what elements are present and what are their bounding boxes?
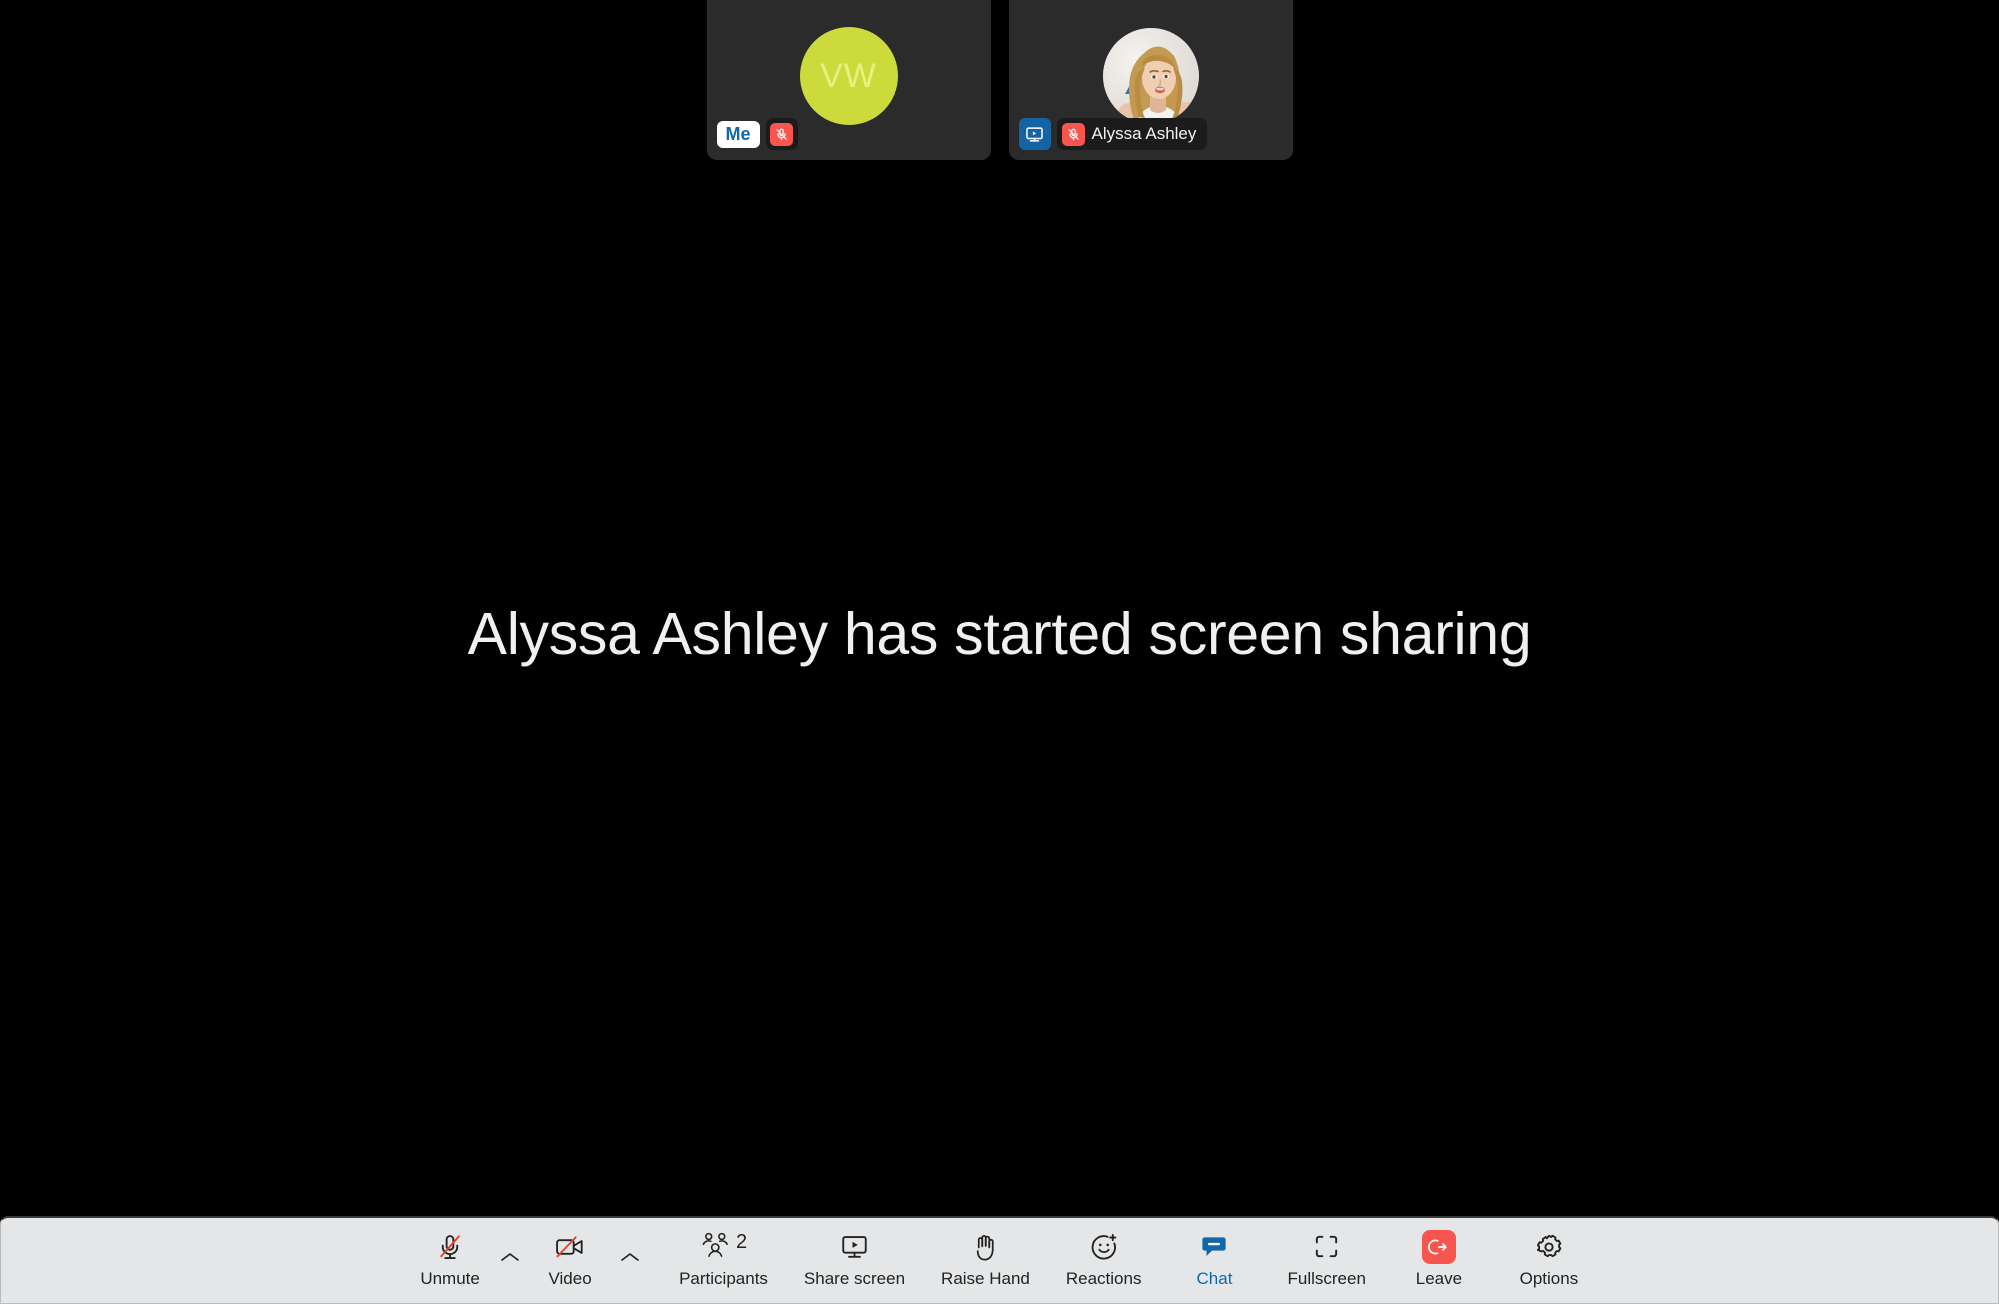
toolbar-label-chat: Chat bbox=[1196, 1268, 1233, 1288]
toolbar-button-reactions[interactable]: Reactions bbox=[1065, 1217, 1142, 1289]
video-options-chevron-up-icon[interactable] bbox=[607, 1217, 653, 1304]
fullscreen-icon bbox=[1312, 1229, 1341, 1265]
smiley-plus-icon bbox=[1089, 1229, 1119, 1265]
toolbar-label-options: Options bbox=[1519, 1268, 1579, 1288]
toolbar-label-video: Video bbox=[548, 1268, 592, 1288]
mic-muted-icon bbox=[1061, 122, 1085, 146]
avatar bbox=[1102, 28, 1199, 124]
mic-muted-icon bbox=[435, 1229, 465, 1265]
toolbar-label-leave: Leave bbox=[1415, 1268, 1463, 1288]
mic-status-badge[interactable] bbox=[765, 118, 798, 150]
toolbar-button-raise-hand[interactable]: Raise Hand bbox=[941, 1217, 1030, 1289]
tile-badges: Me bbox=[716, 118, 798, 150]
meeting-window: VW Me Alyssa Ashley Alyssa Ashley has st… bbox=[0, 0, 1999, 1304]
participant-photo bbox=[1102, 28, 1199, 124]
tile-badges: Alyssa Ashley bbox=[1018, 118, 1208, 150]
toolbar-button-fullscreen[interactable]: Fullscreen bbox=[1287, 1217, 1366, 1289]
me-badge: Me bbox=[716, 120, 760, 148]
toolbar-button-chat[interactable]: Chat bbox=[1177, 1217, 1251, 1289]
participant-name: Alyssa Ashley bbox=[1091, 124, 1197, 143]
screen-share-icon bbox=[839, 1229, 870, 1265]
raised-hand-icon bbox=[971, 1229, 999, 1265]
audio-options-chevron-up-icon[interactable] bbox=[487, 1217, 533, 1304]
toolbar-label-participants: Participants bbox=[679, 1268, 768, 1288]
avatar: VW bbox=[799, 27, 898, 125]
toolbar-label-reactions: Reactions bbox=[1065, 1268, 1142, 1288]
video-off-icon bbox=[554, 1229, 586, 1265]
toolbar-items: Unmute Video 2 Participants Share screen… bbox=[413, 1217, 1586, 1304]
toolbar-button-video[interactable]: Video bbox=[533, 1217, 607, 1289]
toolbar-label-raise-hand: Raise Hand bbox=[941, 1268, 1030, 1288]
toolbar-button-options[interactable]: Options bbox=[1512, 1217, 1586, 1289]
leave-exit-icon bbox=[1421, 1229, 1456, 1264]
gear-icon bbox=[1534, 1229, 1564, 1265]
participant-name-pill: Alyssa Ashley bbox=[1056, 118, 1208, 150]
toolbar-label-fullscreen: Fullscreen bbox=[1287, 1268, 1366, 1288]
toolbar-button-leave[interactable]: Leave bbox=[1402, 1217, 1476, 1289]
participant-tile-self[interactable]: VW Me bbox=[706, 0, 991, 160]
screen-share-banner: Alyssa Ashley has started screen sharing bbox=[0, 0, 1999, 1304]
toolbar-button-participants[interactable]: 2 Participants bbox=[679, 1217, 768, 1289]
toolbar-button-share-screen[interactable]: Share screen bbox=[804, 1217, 905, 1289]
mic-muted-icon bbox=[770, 122, 794, 146]
avatar-initials: VW bbox=[820, 56, 877, 95]
toolbar-label-unmute: Unmute bbox=[420, 1268, 480, 1288]
chat-bubble-icon bbox=[1199, 1229, 1229, 1265]
toolbar-label-share-screen: Share screen bbox=[803, 1268, 906, 1288]
participant-filmstrip: VW Me Alyssa Ashley bbox=[0, 0, 1999, 160]
participants-icon bbox=[700, 1230, 731, 1263]
screen-share-banner-text: Alyssa Ashley has started screen sharing bbox=[467, 601, 1532, 667]
toolbar-button-unmute[interactable]: Unmute bbox=[413, 1217, 487, 1289]
meeting-toolbar: Unmute Video 2 Participants Share screen… bbox=[0, 1216, 1999, 1304]
screen-share-icon bbox=[1018, 118, 1051, 150]
participant-tile-alyssa-ashley[interactable]: Alyssa Ashley bbox=[1008, 0, 1293, 160]
participants-count: 2 bbox=[735, 1230, 748, 1253]
